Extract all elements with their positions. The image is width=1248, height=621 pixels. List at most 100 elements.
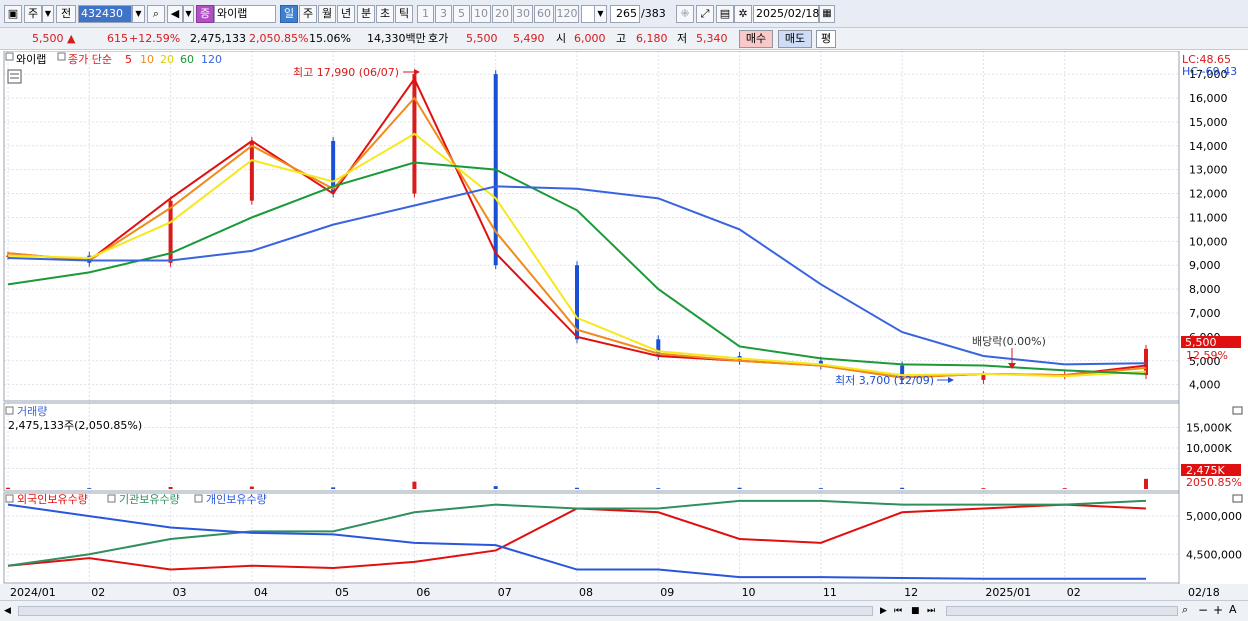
stop-button[interactable]: ■ — [911, 604, 925, 618]
window-icon[interactable]: ▣ — [4, 5, 22, 23]
prev-button[interactable]: 전 — [56, 5, 76, 23]
volume-value-label: 2,475,133주(2,050.85%) — [8, 419, 142, 432]
main-toolbar: ▣ 주 ▼ 전 432430 ▼ ⌕ ◀ ▼ 증 와이랩 일 주 월 년 분 초… — [0, 0, 1248, 28]
period-month[interactable]: 월 — [318, 5, 336, 23]
minus-icon[interactable]: − — [1198, 603, 1210, 617]
interval-60[interactable]: 60 — [534, 5, 554, 23]
interval-120[interactable]: 120 — [555, 5, 579, 23]
volume-value: 2,475,133 — [190, 32, 246, 45]
volume-panel-close-icon[interactable] — [1232, 406, 1243, 415]
x-axis-label: 10 — [742, 586, 756, 599]
x-axis-label: 09 — [660, 586, 674, 599]
period-day[interactable]: 일 — [280, 5, 298, 23]
stock-name-field[interactable]: 와이랩 — [214, 5, 276, 23]
type-select[interactable]: 주 — [24, 5, 42, 23]
legend-institution: 기관보유수량 — [119, 493, 180, 506]
scroll-track[interactable] — [18, 606, 873, 616]
text-tool-icon[interactable]: A — [1229, 603, 1241, 617]
price-tick-label: 14,000 — [1189, 140, 1228, 153]
price-tick-label: 4,000 — [1189, 379, 1221, 392]
x-axis-label: 02 — [91, 586, 105, 599]
volume-bar — [981, 488, 986, 489]
period-minute[interactable]: 분 — [357, 5, 375, 23]
interval-dropdown-icon[interactable]: ▼ — [594, 5, 607, 23]
speaker-dropdown-icon[interactable]: ▼ — [183, 5, 194, 23]
scroll-right-button[interactable]: ▶ — [880, 604, 892, 618]
save-icon[interactable]: ▤ — [716, 5, 734, 23]
price-tick-label: 13,000 — [1189, 164, 1228, 177]
interval-30[interactable]: 30 — [513, 5, 533, 23]
min-price-label: 최저 3,700 (12/09) — [835, 374, 934, 387]
avg-button[interactable]: 평 — [816, 30, 836, 48]
x-axis-label: 11 — [823, 586, 837, 599]
interval-3[interactable]: 3 — [435, 5, 452, 23]
period-week[interactable]: 주 — [299, 5, 317, 23]
interval-5[interactable]: 5 — [453, 5, 470, 23]
date-input[interactable]: 2025/02/18 — [753, 5, 819, 23]
volume-bar — [575, 487, 579, 489]
open-price: 6,000 — [574, 32, 606, 45]
calendar-icon[interactable]: ▦ — [819, 5, 835, 23]
x-axis-label: 12 — [904, 586, 918, 599]
period-tick[interactable]: 틱 — [395, 5, 413, 23]
low-price: 5,340 — [696, 32, 728, 45]
count-input[interactable]: 265 — [610, 5, 640, 23]
x-axis-label: 05 — [335, 586, 349, 599]
volume-bar — [656, 488, 661, 489]
x-axis-label: 07 — [498, 586, 512, 599]
holding-tick-label: 5,000,000 — [1186, 510, 1242, 523]
volume-tick-label: 15,000K — [1186, 422, 1232, 435]
volume-bar — [249, 486, 254, 489]
plus-icon[interactable]: + — [1213, 603, 1225, 617]
first-page-button[interactable]: ⏮ — [894, 604, 910, 618]
interval-10[interactable]: 10 — [471, 5, 491, 23]
volume-legend-box-icon — [5, 406, 14, 415]
type-dropdown-icon[interactable]: ▼ — [42, 5, 54, 23]
x-axis-label: 04 — [254, 586, 268, 599]
grid-icon[interactable]: ⁜ — [676, 5, 694, 23]
period-year[interactable]: 년 — [337, 5, 355, 23]
low-label: 저 — [677, 32, 688, 45]
x-axis-label: 02/18 — [1188, 586, 1220, 599]
price-candle — [249, 141, 254, 201]
interval-1[interactable]: 1 — [417, 5, 434, 23]
last-page-button[interactable]: ⏭ — [927, 604, 943, 618]
stock-chart[interactable]: 17,00016,00015,00014,00013,00012,00011,0… — [0, 51, 1248, 601]
code-input[interactable]: 432430 — [78, 5, 132, 23]
legend-ma20: 20 — [160, 53, 174, 66]
x-axis-label: 2025/01 — [985, 586, 1031, 599]
x-axis-label: 03 — [173, 586, 187, 599]
code-dropdown-icon[interactable]: ▼ — [132, 5, 145, 23]
bid-price-2: 5,490 — [513, 32, 545, 45]
period-second[interactable]: 초 — [376, 5, 394, 23]
legend-ma60: 60 — [180, 53, 194, 66]
volume-bar — [331, 487, 336, 489]
scroll-left-button[interactable]: ◀ — [4, 604, 16, 618]
hc-label: HC:-69.43 — [1182, 65, 1237, 78]
legend-ma5: 5 — [125, 53, 132, 66]
legend-individual: 개인보유수량 — [206, 493, 267, 506]
price-tick-label: 9,000 — [1189, 259, 1221, 272]
interval-20[interactable]: 20 — [492, 5, 512, 23]
legend-ma-box-icon — [57, 52, 66, 61]
change-arrow: ▲ — [67, 32, 76, 45]
speaker-icon[interactable]: ◀ — [167, 5, 183, 23]
open-label: 시 — [556, 32, 567, 45]
gear-icon[interactable]: ✲ — [734, 5, 752, 23]
fullscreen-icon[interactable]: ⤢ — [696, 5, 714, 23]
scroll-track-right[interactable] — [946, 606, 1178, 616]
zoom-out-icon[interactable]: ⌕ — [1182, 603, 1196, 617]
calculator-icon[interactable] — [7, 69, 22, 84]
current-price: 5,500 — [32, 32, 64, 45]
bid-label: 호가 — [428, 32, 449, 45]
price-tick-label: 12,000 — [1189, 188, 1228, 201]
x-axis-label: 2024/01 — [10, 586, 56, 599]
buy-button[interactable]: 매수 — [739, 30, 773, 48]
high-label: 고 — [616, 32, 627, 45]
legend-ma10: 10 — [140, 53, 154, 66]
search-icon[interactable]: ⌕ — [147, 5, 165, 23]
change-value: 615 — [107, 32, 128, 45]
total-count: /383 — [641, 7, 666, 20]
holding-panel-close-icon[interactable] — [1232, 494, 1243, 503]
sell-button[interactable]: 매도 — [778, 30, 812, 48]
